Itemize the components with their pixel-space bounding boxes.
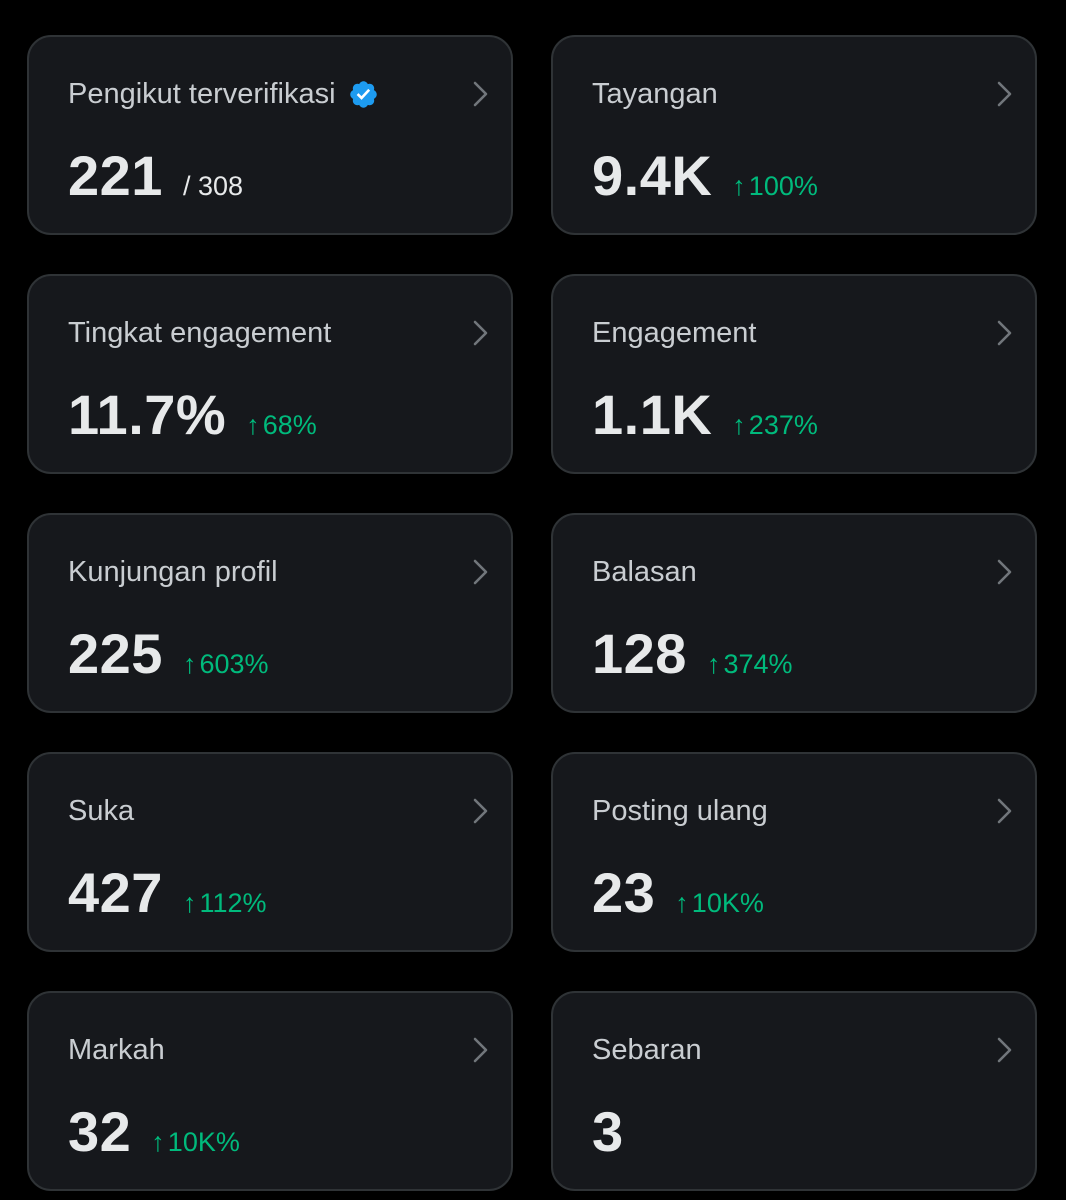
card-title: Posting ulang — [592, 794, 768, 828]
value-row: 11.7% ↑ 68% — [68, 380, 317, 450]
change-indicator: ↑ 603% — [183, 649, 269, 680]
change-percent: 374% — [723, 649, 793, 679]
metric-value: 128 — [592, 622, 687, 685]
change-percent: 68% — [262, 410, 317, 440]
value-row: 23 ↑ 10K% — [592, 858, 764, 928]
arrow-up-icon: ↑ — [246, 410, 260, 440]
card-title: Kunjungan profil — [68, 555, 278, 589]
arrow-up-icon: ↑ — [151, 1127, 165, 1157]
card-bookmarks[interactable]: Markah 32 ↑ 10K% — [27, 991, 513, 1191]
change-percent: 237% — [748, 410, 818, 440]
card-title: Tingkat engagement — [68, 316, 331, 350]
chevron-right-icon — [473, 1037, 488, 1063]
card-replies[interactable]: Balasan 128 ↑ 374% — [551, 513, 1037, 713]
metric-value: 11.7% — [68, 383, 227, 446]
change-indicator: ↑ 10K% — [675, 888, 764, 919]
card-title-label: Sebaran — [592, 1034, 702, 1066]
card-title-label: Pengikut terverifikasi — [68, 78, 336, 110]
change-indicator: ↑ 374% — [707, 649, 793, 680]
change-percent: 112% — [199, 888, 267, 918]
card-title: Balasan — [592, 555, 697, 589]
chevron-right-icon — [997, 559, 1012, 585]
card-title-label: Suka — [68, 795, 135, 827]
value-row: 128 ↑ 374% — [592, 619, 793, 689]
change-indicator: ↑ 68% — [246, 410, 317, 441]
change-indicator: ↑ 237% — [732, 410, 818, 441]
chevron-right-icon — [473, 559, 488, 585]
card-impressions[interactable]: Tayangan 9.4K ↑ 100% — [551, 35, 1037, 235]
verified-badge-icon — [348, 79, 379, 110]
card-reposts[interactable]: Posting ulang 23 ↑ 10K% — [551, 752, 1037, 952]
chevron-right-icon — [997, 320, 1012, 346]
metric-value: 9.4K — [592, 144, 713, 207]
value-row: 32 ↑ 10K% — [68, 1097, 240, 1167]
change-indicator: ↑ 10K% — [151, 1127, 240, 1158]
arrow-up-icon: ↑ — [182, 888, 197, 918]
chevron-right-icon — [997, 81, 1012, 107]
value-row: 225 ↑ 603% — [68, 619, 269, 689]
card-engagement[interactable]: Engagement 1.1K ↑ 237% — [551, 274, 1037, 474]
change-percent: 10K% — [167, 1127, 240, 1157]
change-percent: 10K% — [691, 888, 764, 918]
card-title: Tayangan — [592, 77, 718, 111]
card-title-label: Kunjungan profil — [68, 556, 278, 588]
card-title-label: Engagement — [592, 317, 757, 349]
card-shares[interactable]: Sebaran 3 — [551, 991, 1037, 1191]
change-indicator: ↑ 112% — [183, 888, 267, 919]
chevron-right-icon — [473, 81, 488, 107]
change-indicator: ↑ 100% — [732, 171, 818, 202]
card-title: Sebaran — [592, 1033, 702, 1067]
metric-value: 23 — [592, 861, 656, 924]
arrow-up-icon: ↑ — [732, 410, 746, 440]
metric-value: 427 — [68, 861, 163, 924]
card-title: Engagement — [592, 316, 756, 350]
arrow-up-icon: ↑ — [675, 888, 689, 918]
change-percent: 100% — [748, 171, 818, 201]
card-engagement-rate[interactable]: Tingkat engagement 11.7% ↑ 68% — [27, 274, 513, 474]
card-title-label: Tingkat engagement — [68, 317, 332, 349]
card-profile-visits[interactable]: Kunjungan profil 225 ↑ 603% — [27, 513, 513, 713]
chevron-right-icon — [997, 798, 1012, 824]
card-title-label: Markah — [68, 1034, 165, 1066]
value-row: 3 — [592, 1097, 624, 1167]
arrow-up-icon: ↑ — [706, 649, 721, 679]
value-row: 1.1K ↑ 237% — [592, 380, 818, 450]
metric-value: 221 — [68, 144, 163, 207]
card-title: Suka — [68, 794, 134, 828]
metric-total: / 308 — [182, 171, 243, 201]
value-row: 427 ↑ 112% — [68, 858, 267, 928]
change-percent: 603% — [199, 649, 269, 679]
arrow-up-icon: ↑ — [732, 171, 746, 201]
card-verified-followers[interactable]: Pengikut terverifikasi 221 / 308 — [27, 35, 513, 235]
value-row: 221 / 308 — [68, 141, 243, 211]
metric-value: 32 — [68, 1100, 132, 1163]
metric-value: 3 — [592, 1100, 624, 1163]
card-likes[interactable]: Suka 427 ↑ 112% — [27, 752, 513, 952]
metric-value: 1.1K — [592, 383, 713, 446]
card-title-label: Balasan — [592, 556, 697, 588]
card-title: Pengikut terverifikasi — [68, 77, 379, 111]
card-title: Markah — [68, 1033, 165, 1067]
card-title-label: Posting ulang — [592, 795, 768, 827]
card-title-label: Tayangan — [592, 78, 718, 110]
arrow-up-icon: ↑ — [182, 649, 197, 679]
chevron-right-icon — [473, 798, 488, 824]
metric-value: 225 — [68, 622, 163, 685]
chevron-right-icon — [473, 320, 488, 346]
chevron-right-icon — [997, 1037, 1012, 1063]
value-row: 9.4K ↑ 100% — [592, 141, 818, 211]
metrics-grid: Pengikut terverifikasi 221 / 308 Tayanga… — [27, 35, 1037, 1191]
